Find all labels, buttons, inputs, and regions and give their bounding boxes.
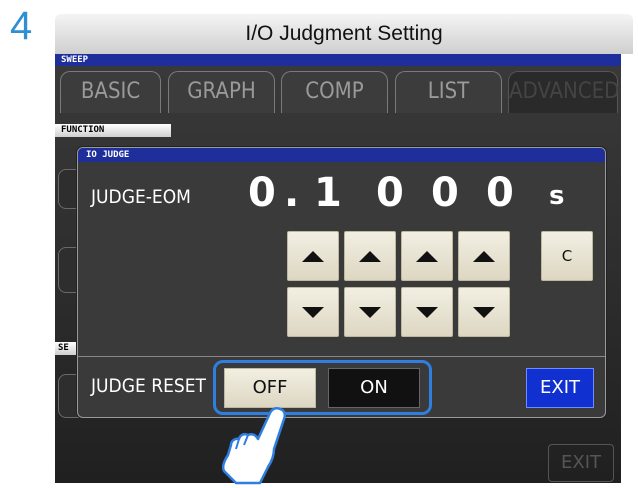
decimal-point: . bbox=[284, 170, 300, 216]
tab-list[interactable]: LIST bbox=[395, 71, 502, 113]
clear-button[interactable]: C bbox=[541, 231, 593, 281]
arrow-up-icon bbox=[473, 250, 495, 262]
background-exit-button: EXIT bbox=[548, 444, 614, 482]
value-digit: 1 bbox=[314, 170, 342, 216]
arrow-up-icon bbox=[416, 250, 438, 262]
dialog-title: IO JUDGE bbox=[78, 148, 605, 162]
arrow-down-icon bbox=[473, 306, 495, 318]
digit-3-down-button[interactable] bbox=[401, 287, 453, 337]
digit-3-up-button[interactable] bbox=[401, 231, 453, 281]
tab-graph[interactable]: GRAPH bbox=[168, 71, 275, 113]
side-label: SE bbox=[55, 342, 79, 355]
value-digit: 0 bbox=[431, 170, 459, 216]
step-number: 4 bbox=[10, 4, 33, 48]
digit-2-down-button[interactable] bbox=[344, 287, 396, 337]
arrow-down-icon bbox=[302, 306, 324, 318]
device-screen: SWEEP BASIC GRAPH COMP LIST ADVANCED FUN… bbox=[55, 54, 621, 483]
digit-4-up-button[interactable] bbox=[458, 231, 510, 281]
value-digit: 0 bbox=[486, 170, 514, 216]
value-digit: 0 bbox=[376, 170, 404, 216]
arrow-up-icon bbox=[302, 250, 324, 262]
digit-1-down-button[interactable] bbox=[287, 287, 339, 337]
arrow-down-icon bbox=[416, 306, 438, 318]
pointing-hand-icon bbox=[221, 406, 287, 485]
judge-reset-off-button[interactable]: OFF bbox=[224, 368, 316, 408]
page-title: I/O Judgment Setting bbox=[55, 14, 633, 54]
tab-comp[interactable]: COMP bbox=[281, 71, 388, 113]
unit-label: s bbox=[549, 181, 565, 211]
tab-basic[interactable]: BASIC bbox=[60, 71, 161, 113]
judge-eom-label: JUDGE-EOM bbox=[91, 186, 191, 208]
judge-reset-label: JUDGE RESET bbox=[91, 375, 206, 397]
sweep-label: SWEEP bbox=[55, 54, 621, 66]
value-digit: 0 bbox=[248, 170, 276, 216]
tab-advanced[interactable]: ADVANCED bbox=[508, 71, 619, 113]
io-judge-dialog: IO JUDGE JUDGE-EOM 0 . 1 0 0 0 s C JUDGE… bbox=[77, 147, 606, 418]
digit-4-down-button[interactable] bbox=[458, 287, 510, 337]
divider bbox=[78, 356, 605, 357]
arrow-down-icon bbox=[359, 306, 381, 318]
function-label: FUNCTION bbox=[55, 124, 171, 137]
arrow-up-icon bbox=[359, 250, 381, 262]
judge-reset-on-button[interactable]: ON bbox=[328, 368, 420, 408]
exit-button[interactable]: EXIT bbox=[526, 368, 594, 408]
digit-1-up-button[interactable] bbox=[287, 231, 339, 281]
digit-2-up-button[interactable] bbox=[344, 231, 396, 281]
